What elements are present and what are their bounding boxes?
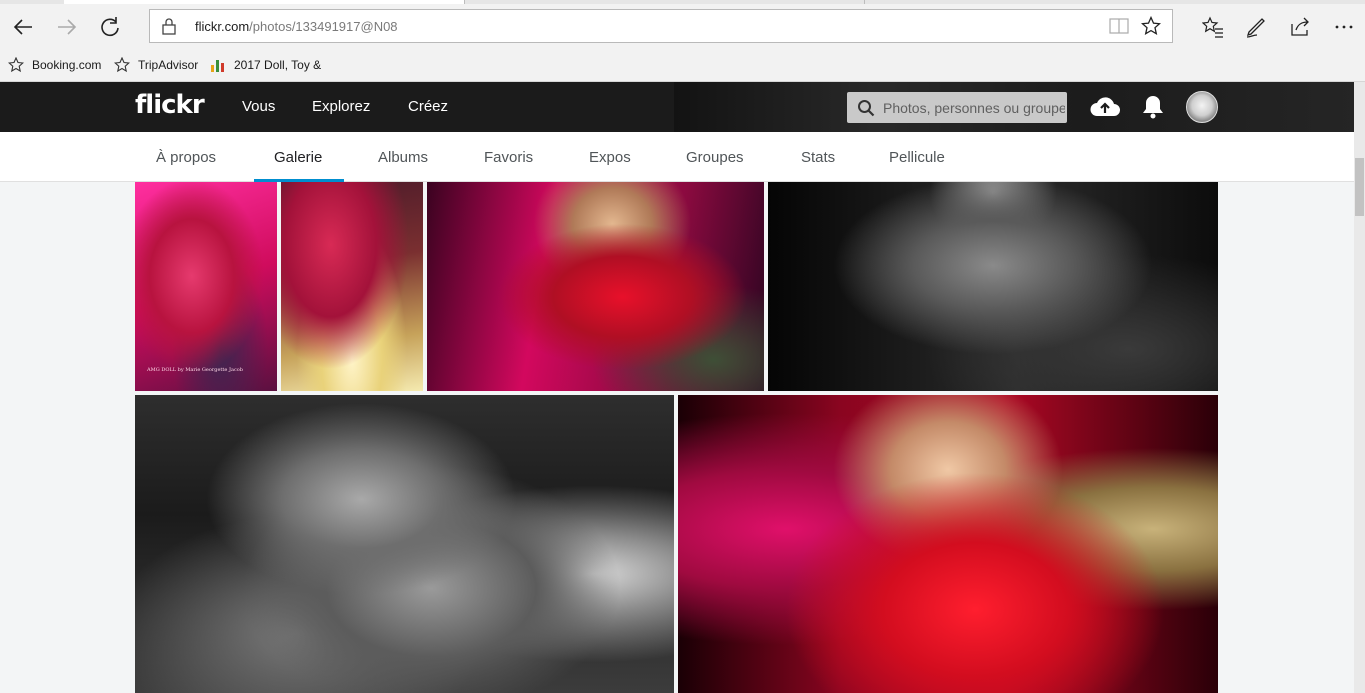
ellipsis-icon [1335, 25, 1353, 29]
star-outline-icon [114, 57, 130, 73]
favorite-label: Booking.com [32, 58, 102, 72]
photo-watermark: AMG DOLL by Marie Georgette Jacob [147, 367, 243, 373]
gallery-photo[interactable] [281, 182, 423, 391]
flickr-header: flickr Vous Explorez Créez [0, 82, 1354, 132]
tab-separator [464, 0, 465, 4]
bar-chart-icon [211, 60, 224, 72]
nav-explorez[interactable]: Explorez [312, 98, 370, 115]
upload-cloud-icon[interactable] [1089, 94, 1121, 120]
tab-pellicule[interactable]: Pellicule [889, 149, 945, 166]
web-note-button[interactable] [1241, 12, 1271, 42]
favorite-label: 2017 Doll, Toy & [234, 58, 322, 72]
search-box[interactable] [847, 92, 1067, 123]
search-icon [858, 100, 875, 117]
address-bar[interactable]: flickr.com/photos/133491917@N08 [149, 9, 1173, 43]
user-avatar[interactable] [1186, 91, 1218, 123]
favorite-star-icon[interactable] [1141, 16, 1161, 36]
favorite-label: TripAdvisor [138, 58, 199, 72]
forward-button[interactable] [52, 12, 82, 42]
tab-groupes[interactable]: Groupes [686, 149, 744, 166]
tab-stats[interactable]: Stats [801, 149, 835, 166]
flickr-logo[interactable]: flickr [135, 90, 205, 120]
forward-arrow-icon [58, 19, 77, 35]
notifications-bell-icon[interactable] [1142, 94, 1164, 120]
tab-expos[interactable]: Expos [589, 149, 631, 166]
url-domain: flickr.com [195, 19, 250, 34]
tab-separator [864, 0, 865, 4]
scrollbar-thumb[interactable] [1355, 158, 1364, 216]
favorites-list-icon [1202, 16, 1223, 38]
url-path: /photos/133491917@N08 [249, 19, 398, 34]
refresh-button[interactable] [95, 12, 125, 42]
gallery-photo[interactable] [678, 395, 1218, 693]
nav-creez[interactable]: Créez [408, 98, 448, 115]
tab-galerie[interactable]: Galerie [274, 149, 322, 166]
favorites-hub-button[interactable] [1198, 12, 1228, 42]
refresh-icon [101, 17, 119, 37]
active-tab[interactable] [64, 0, 464, 4]
favorites-bar: Booking.com TripAdvisor 2017 Doll, Toy & [0, 52, 1365, 80]
tab-strip [0, 0, 1365, 4]
page-scrollbar[interactable] [1354, 82, 1365, 693]
nav-vous[interactable]: Vous [242, 98, 275, 115]
more-menu-button[interactable] [1329, 12, 1359, 42]
share-button[interactable] [1285, 12, 1315, 42]
favorite-booking[interactable]: Booking.com [8, 57, 101, 73]
tab-albums[interactable]: Albums [378, 149, 428, 166]
back-arrow-icon [13, 19, 32, 35]
search-input[interactable] [883, 92, 1065, 123]
favorite-doll-toy[interactable]: 2017 Doll, Toy & [210, 57, 321, 73]
gallery-photo[interactable] [768, 182, 1218, 391]
browser-toolbar: flickr.com/photos/133491917@N08 Booking.… [0, 0, 1365, 82]
gallery-photo[interactable] [427, 182, 764, 391]
gallery-photo[interactable] [135, 395, 674, 693]
pen-icon [1246, 18, 1265, 38]
gallery-photo[interactable]: AMG DOLL by Marie Georgette Jacob [135, 182, 277, 391]
profile-subnav: À propos Galerie Albums Favoris Expos Gr… [0, 132, 1354, 182]
lock-icon [162, 18, 176, 35]
reading-view-icon[interactable] [1109, 17, 1129, 35]
share-icon [1291, 17, 1309, 36]
star-outline-icon [8, 57, 24, 73]
tab-favoris[interactable]: Favoris [484, 149, 533, 166]
back-button[interactable] [8, 12, 38, 42]
url-text[interactable]: flickr.com/photos/133491917@N08 [195, 19, 398, 34]
favorite-tripadvisor[interactable]: TripAdvisor [114, 57, 198, 73]
tab-a-propos[interactable]: À propos [156, 149, 216, 166]
